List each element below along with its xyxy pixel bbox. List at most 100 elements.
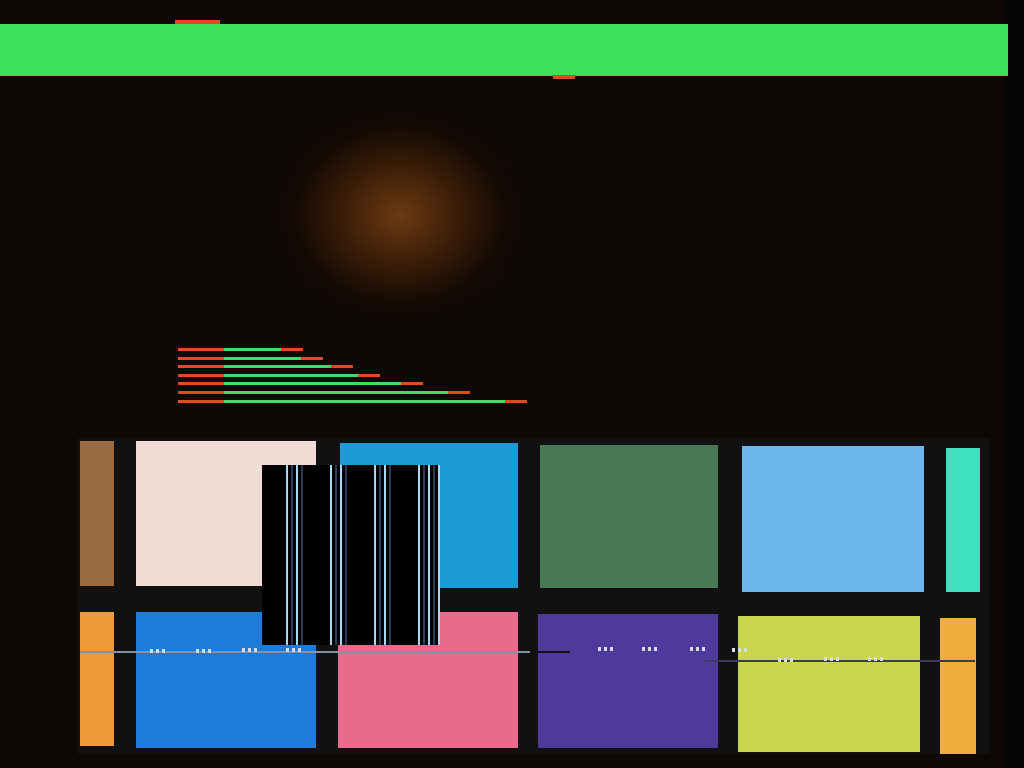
stacked-progress-rows <box>178 348 578 408</box>
progress-row-end-segment <box>505 399 527 403</box>
progress-row-red-segment <box>178 382 224 386</box>
progress-row-green-segment <box>224 356 301 360</box>
bottom-marker <box>553 75 575 79</box>
progress-row-green-segment <box>224 391 448 394</box>
pixel-dot-group <box>868 657 883 661</box>
overlay-stripe <box>345 465 347 645</box>
progress-row <box>178 365 578 369</box>
striped-overlay <box>262 465 440 645</box>
progress-row-red-segment <box>178 365 224 369</box>
overlay-stripe <box>389 465 391 645</box>
scanline-artifact <box>80 651 530 653</box>
pixel-dot <box>778 658 781 662</box>
overlay-stripe <box>340 465 342 645</box>
progress-row-green-segment <box>224 399 505 403</box>
pixel-dot <box>162 649 165 653</box>
pixel-dot <box>874 657 877 661</box>
color-grid-panel <box>78 438 990 754</box>
pixel-dot <box>824 657 827 661</box>
progress-row-red-segment <box>178 348 224 351</box>
pixel-dot-group <box>732 648 747 652</box>
pixel-dot <box>196 649 199 653</box>
overlay-stripe <box>374 465 376 645</box>
progress-row-red-segment <box>178 391 224 394</box>
pixel-dot <box>702 647 705 651</box>
tile-brown <box>80 441 114 586</box>
pixel-dot <box>298 648 301 652</box>
overlay-stripe <box>296 465 298 645</box>
pixel-dot <box>642 647 645 651</box>
overlay-stripe <box>418 465 420 645</box>
screen-bezel <box>1004 0 1024 768</box>
progress-row-end-segment <box>358 373 380 377</box>
pixel-dot <box>744 648 747 652</box>
progress-row-red-segment <box>178 373 224 377</box>
pixel-dot <box>254 648 257 652</box>
pixel-dot <box>156 649 159 653</box>
progress-row <box>178 348 578 351</box>
pixel-dot <box>150 649 153 653</box>
pixel-dot-group <box>824 657 839 661</box>
progress-row-end-segment <box>301 356 323 360</box>
tile-violet <box>538 614 718 748</box>
progress-row <box>178 356 578 360</box>
pixel-dot-group <box>242 648 257 652</box>
progress-row-green-segment <box>224 382 401 386</box>
scanline-artifact <box>705 660 975 662</box>
pixel-dot <box>784 658 787 662</box>
pixel-dot <box>604 647 607 651</box>
pixel-dot-group <box>642 647 657 651</box>
progress-row <box>178 373 578 377</box>
pixel-dot-group <box>286 648 301 652</box>
overlay-stripe <box>291 465 293 645</box>
pixel-dot <box>598 647 601 651</box>
tile-light-blue <box>742 446 924 592</box>
top-marker <box>175 20 220 24</box>
pixel-dot <box>610 647 613 651</box>
progress-row-end-segment <box>448 391 470 394</box>
progress-row <box>178 399 578 403</box>
tile-amber <box>940 618 976 754</box>
overlay-stripe <box>335 465 337 645</box>
pixel-dot <box>830 657 833 661</box>
overlay-stripe <box>379 465 381 645</box>
top-progress-fill <box>0 24 1008 76</box>
tile-aqua <box>946 448 980 592</box>
overlay-edge-line <box>438 465 440 645</box>
progress-row-end-segment <box>281 348 303 351</box>
progress-row <box>178 382 578 386</box>
progress-row-end-segment <box>401 382 423 386</box>
top-progress-bar <box>0 20 1008 79</box>
pixel-dot <box>248 648 251 652</box>
overlay-stripe <box>433 465 435 645</box>
pixel-dot <box>202 649 205 653</box>
pixel-dot <box>690 647 693 651</box>
pixel-dot <box>696 647 699 651</box>
progress-row <box>178 391 578 394</box>
overlay-stripe <box>286 465 288 645</box>
scanline-artifact <box>530 651 570 653</box>
pixel-dot <box>286 648 289 652</box>
pixel-dot <box>836 657 839 661</box>
progress-row-red-segment <box>178 356 224 360</box>
progress-row-green-segment <box>224 348 281 351</box>
overlay-stripe <box>423 465 425 645</box>
progress-row-red-segment <box>178 399 224 403</box>
overlay-stripe <box>384 465 386 645</box>
pixel-dot-group <box>196 649 211 653</box>
progress-row-end-segment <box>331 365 353 369</box>
pixel-dot <box>208 649 211 653</box>
pixel-dot <box>292 648 295 652</box>
pixel-dot-group <box>598 647 613 651</box>
progress-row-green-segment <box>224 365 331 369</box>
overlay-stripe <box>330 465 332 645</box>
overlay-stripe <box>301 465 303 645</box>
pixel-dot <box>242 648 245 652</box>
pixel-dot <box>880 657 883 661</box>
pixel-dot <box>738 648 741 652</box>
pixel-dot-group <box>690 647 705 651</box>
pixel-dot <box>790 658 793 662</box>
overlay-stripe <box>428 465 430 645</box>
progress-row-green-segment <box>224 373 358 377</box>
pixel-dot-group <box>150 649 165 653</box>
